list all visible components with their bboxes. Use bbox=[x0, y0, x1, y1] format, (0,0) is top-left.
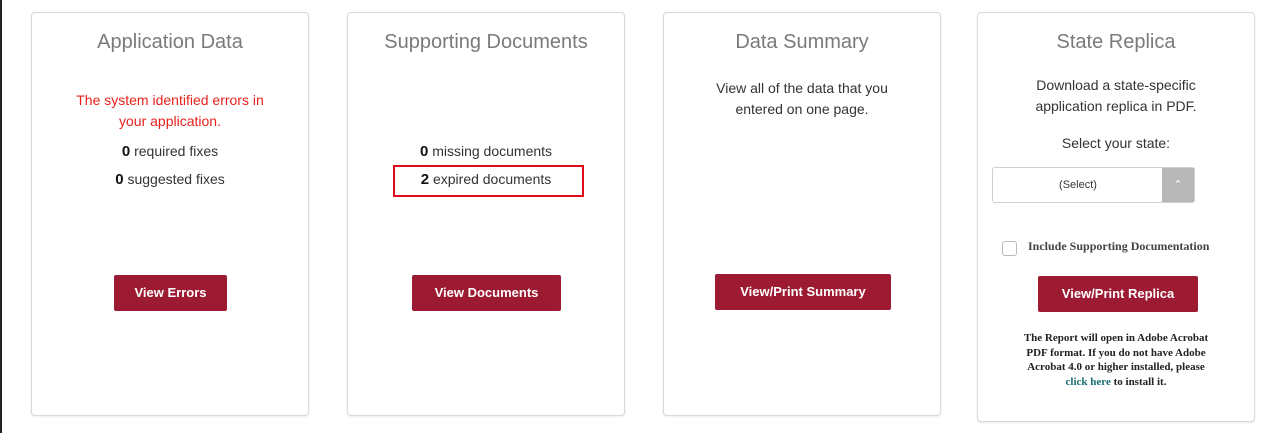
supporting-documents-title: Supporting Documents bbox=[384, 31, 588, 53]
application-data-title: Application Data bbox=[97, 31, 243, 53]
view-print-replica-button[interactable]: View/Print Replica bbox=[1038, 276, 1198, 312]
data-summary-desc-line-2: entered on one page. bbox=[735, 101, 869, 117]
select-arrows-icon[interactable]: ⌃ bbox=[1162, 168, 1194, 202]
application-data-card: Application Data The system identified e… bbox=[31, 12, 309, 416]
acrobat-note-line-3: Acrobat 4.0 or higher installed, please bbox=[1027, 361, 1205, 373]
required-fixes: 0 required fixes bbox=[32, 143, 308, 160]
state-replica-desc-line-2: application replica in PDF. bbox=[1035, 98, 1197, 114]
acrobat-note: The Report will open in Adobe Acrobat PD… bbox=[988, 331, 1244, 389]
state-replica-card: State Replica Download a state-specific … bbox=[977, 12, 1255, 422]
window-left-border bbox=[0, 0, 2, 433]
state-replica-title: State Replica bbox=[1056, 31, 1176, 53]
data-summary-desc-line-1: View all of the data that you bbox=[716, 80, 888, 96]
suggested-fixes-label: suggested fixes bbox=[123, 171, 225, 187]
include-supporting-docs-checkbox[interactable] bbox=[1002, 241, 1017, 256]
acrobat-note-line-4: click here to install it. bbox=[988, 375, 1244, 390]
view-errors-button[interactable]: View Errors bbox=[114, 275, 227, 311]
suggested-fixes: 0 suggested fixes bbox=[32, 171, 308, 188]
data-summary-card: Data Summary View all of the data that y… bbox=[663, 12, 941, 416]
expired-documents-highlight bbox=[393, 165, 584, 197]
acrobat-note-line-2: PDF format. If you do not have Adobe bbox=[1026, 346, 1206, 359]
error-line-1: The system identified errors in bbox=[76, 92, 264, 108]
required-fixes-label: required fixes bbox=[130, 143, 219, 159]
acrobat-note-tail: to install it. bbox=[1110, 375, 1167, 388]
install-acrobat-link[interactable]: click here bbox=[1066, 376, 1111, 388]
view-print-summary-button[interactable]: View/Print Summary bbox=[715, 274, 891, 310]
select-state-label: Select your state: bbox=[1061, 135, 1171, 151]
required-fixes-count: 0 bbox=[121, 143, 131, 160]
suggested-fixes-count: 0 bbox=[115, 171, 124, 188]
state-replica-desc-line-1: Download a state-specific bbox=[1036, 77, 1196, 93]
state-replica-description: Download a state-specific application re… bbox=[996, 75, 1236, 117]
supporting-documents-card: Supporting Documents 0 missing documents… bbox=[347, 12, 625, 416]
error-line-2: your application. bbox=[119, 113, 221, 129]
missing-documents-label: missing documents bbox=[428, 143, 553, 159]
view-documents-button[interactable]: View Documents bbox=[412, 275, 561, 311]
state-select[interactable]: (Select) ⌃ bbox=[992, 167, 1195, 203]
data-summary-title: Data Summary bbox=[735, 31, 869, 53]
include-supporting-docs-label[interactable]: Include Supporting Documentation bbox=[1028, 239, 1209, 254]
error-message: The system identified errors in your app… bbox=[50, 90, 290, 132]
state-select-value: (Select) bbox=[1059, 179, 1097, 191]
missing-documents: 0 missing documents bbox=[348, 143, 624, 160]
data-summary-description: View all of the data that you entered on… bbox=[682, 78, 922, 120]
acrobat-note-line-1: The Report will open in Adobe Acrobat bbox=[1023, 332, 1209, 344]
